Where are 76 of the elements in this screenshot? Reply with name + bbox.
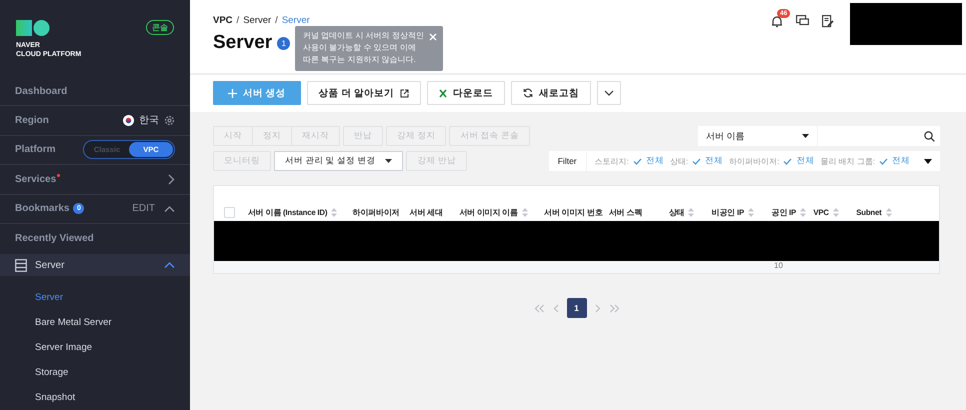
learn-more-button[interactable]: 상품 더 알아보기: [306, 81, 421, 105]
download-button[interactable]: 다운로드: [426, 81, 505, 105]
check-icon: [692, 158, 702, 164]
region-value[interactable]: 한국: [139, 113, 159, 128]
filter-value[interactable]: 전체: [646, 155, 664, 167]
sidebar-subitem[interactable]: Snapshot: [0, 384, 76, 410]
search-field-select[interactable]: 서버 이름: [698, 126, 817, 146]
sidebar-group-header[interactable]: Server: [0, 254, 190, 276]
check-icon: [783, 158, 792, 164]
page-button[interactable]: 1: [566, 298, 586, 318]
filter-value[interactable]: 전체: [892, 155, 910, 167]
breadcrumb-item[interactable]: Server: [282, 15, 310, 26]
server-icon: [15, 258, 27, 272]
sidebar-subitem[interactable]: Server: [0, 284, 63, 310]
chevron-up-icon[interactable]: [164, 204, 175, 213]
filter-label: 하이퍼바이저:: [729, 156, 780, 166]
edit-link[interactable]: EDIT: [132, 203, 155, 214]
tooltip-text: 커널 업데이트 시 서버의 정상적인 사용이 불가능할 수 있으며 이에 따른 복구는 지원하지 않습니다.: [303, 30, 425, 66]
console-badge[interactable]: 콘솔: [146, 20, 174, 35]
chat-icon[interactable]: [796, 15, 809, 27]
sort-icon[interactable]: [800, 208, 806, 218]
table-cell: 10: [774, 261, 783, 271]
breadcrumb-item[interactable]: Server: [243, 15, 272, 26]
plus-icon: [228, 88, 237, 98]
sort-icon[interactable]: [522, 208, 528, 218]
sidebar-subitem[interactable]: Server Image: [0, 334, 92, 360]
external-link-icon: [400, 88, 409, 98]
caret-down-icon: [802, 134, 809, 138]
sidebar-label: Region: [15, 114, 49, 126]
excel-x-icon: [438, 88, 447, 98]
check-icon: [879, 158, 888, 164]
caret-down-icon[interactable]: [924, 158, 932, 164]
caret-down-icon: [385, 159, 392, 163]
sort-icon[interactable]: [832, 208, 839, 218]
logo-icon: [16, 20, 50, 37]
next-page-icon[interactable]: [594, 304, 600, 312]
sidebar-item[interactable]: Services: [15, 174, 56, 185]
page-title: Server: [213, 32, 272, 54]
filter-value[interactable]: 전체: [796, 155, 814, 167]
chevron-down-icon: [604, 90, 614, 96]
flag-icon: [123, 114, 134, 126]
sort-icon[interactable]: [331, 208, 338, 218]
refresh-button[interactable]: 새로고침: [510, 81, 591, 105]
refresh-icon: [522, 88, 533, 98]
document-edit-icon[interactable]: [822, 15, 834, 28]
search-icon[interactable]: [924, 130, 935, 142]
more-button[interactable]: [596, 81, 621, 105]
breadcrumb-separator: /: [275, 15, 278, 26]
chevron-right-icon: [167, 174, 175, 185]
previous-page-icon[interactable]: [552, 304, 558, 312]
sort-icon[interactable]: [886, 208, 892, 218]
sidebar-item[interactable]: Dashboard: [15, 86, 68, 97]
filter-button[interactable]: Filter: [548, 151, 586, 171]
bell-icon[interactable]: [771, 15, 783, 28]
first-page-icon[interactable]: [534, 304, 544, 312]
last-page-icon[interactable]: [608, 304, 620, 312]
search-field[interactable]: [818, 126, 940, 146]
filter-label: 스토리지:: [594, 156, 629, 166]
close-icon[interactable]: [429, 33, 437, 41]
sidebar-item[interactable]: Bookmarks: [15, 203, 70, 214]
sort-icon[interactable]: [748, 208, 754, 218]
filter-label: 상태:: [670, 156, 688, 166]
sidebar-label: Platform: [15, 144, 56, 156]
filter-value[interactable]: 전체: [705, 155, 724, 167]
breadcrumb-item[interactable]: VPC: [213, 15, 233, 26]
select-all-checkbox[interactable]: [224, 207, 236, 218]
filter-label: 물리 배치 그룹:: [820, 156, 875, 166]
check-icon: [632, 158, 642, 164]
sidebar-subitem[interactable]: Storage: [0, 360, 68, 385]
settings-icon[interactable]: [164, 114, 175, 126]
sidebar-subitem[interactable]: Bare Metal Server: [0, 310, 112, 335]
breadcrumb-separator: /: [236, 15, 240, 26]
action-button[interactable]: 서버 관리 및 설정 변경: [274, 151, 404, 171]
sort-icon[interactable]: [688, 208, 694, 218]
sidebar-item: Recently Viewed: [15, 232, 94, 244]
info-badge[interactable]: 1: [277, 36, 290, 50]
